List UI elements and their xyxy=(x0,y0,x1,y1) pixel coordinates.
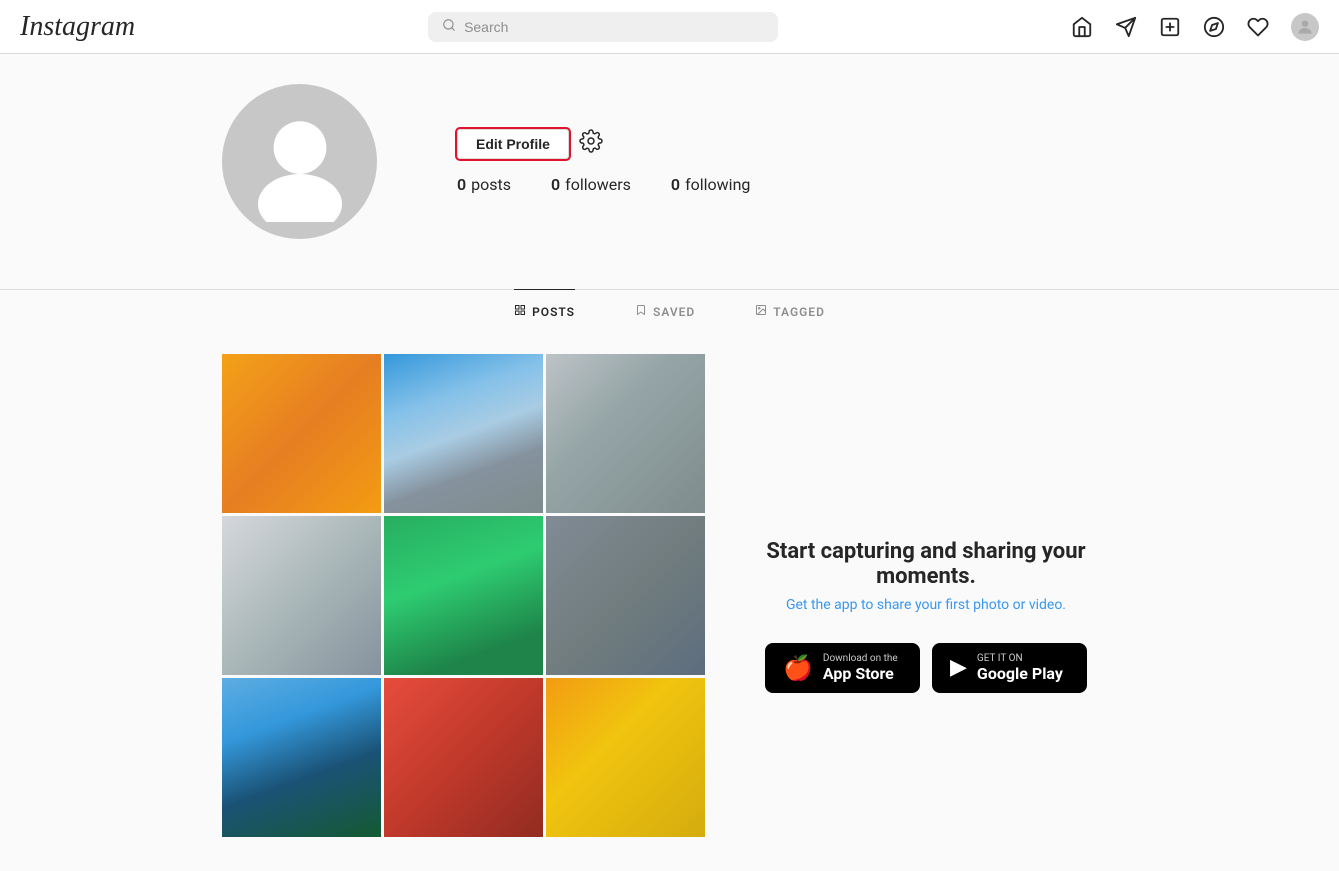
google-play-text: GET IT ON Google Play xyxy=(977,653,1063,683)
google-play-sub-label: GET IT ON xyxy=(977,653,1063,664)
profile-section: Edit Profile 0 posts 0 followers xyxy=(202,54,1137,289)
following-stat[interactable]: 0 following xyxy=(671,175,750,194)
tab-posts[interactable]: POSTS xyxy=(514,289,575,334)
store-buttons: 🍎 Download on the App Store ▶ GET IT ON … xyxy=(765,643,1087,693)
posts-count: 0 xyxy=(457,175,466,194)
home-icon[interactable] xyxy=(1071,16,1093,38)
following-label: following xyxy=(685,175,750,194)
promo-subtitle: Get the app to share your first photo or… xyxy=(786,597,1066,613)
new-post-icon[interactable] xyxy=(1159,16,1181,38)
followers-count: 0 xyxy=(551,175,560,194)
grid-photo-2[interactable] xyxy=(384,354,543,513)
app-store-button[interactable]: 🍎 Download on the App Store xyxy=(765,643,920,693)
tab-tagged-label: TAGGED xyxy=(773,305,825,319)
header-nav xyxy=(1071,13,1319,41)
tab-posts-label: POSTS xyxy=(532,305,575,319)
followers-stat[interactable]: 0 followers xyxy=(551,175,631,194)
tag-icon xyxy=(755,304,767,320)
search-input[interactable] xyxy=(464,19,764,35)
profile-top: Edit Profile 0 posts 0 followers xyxy=(222,84,1117,239)
photo-grid xyxy=(222,354,705,837)
grid-photo-1[interactable] xyxy=(222,354,381,513)
profile-avatar xyxy=(222,84,377,239)
grid-photo-5[interactable] xyxy=(384,516,543,675)
grid-photo-3[interactable] xyxy=(546,354,705,513)
settings-icon[interactable] xyxy=(579,129,603,159)
bookmark-icon xyxy=(635,304,647,320)
user-avatar-small[interactable] xyxy=(1291,13,1319,41)
search-icon xyxy=(442,18,456,36)
content-area: Start capturing and sharing your moments… xyxy=(202,334,1137,837)
followers-label: followers xyxy=(565,175,631,194)
header: Instagram xyxy=(0,0,1339,54)
grid-photo-9[interactable] xyxy=(546,678,705,837)
grid-photo-8[interactable] xyxy=(384,678,543,837)
header-left: Instagram xyxy=(20,11,135,43)
apple-icon: 🍎 xyxy=(783,654,813,682)
profile-stats: 0 posts 0 followers 0 following xyxy=(457,175,750,194)
following-count: 0 xyxy=(671,175,680,194)
app-store-sub-label: Download on the xyxy=(823,653,898,664)
tab-tagged[interactable]: TAGGED xyxy=(755,289,825,334)
instagram-logo[interactable]: Instagram xyxy=(20,11,135,43)
heart-icon[interactable] xyxy=(1247,16,1269,38)
grid-icon xyxy=(514,304,526,320)
grid-photo-6[interactable] xyxy=(546,516,705,675)
search-bar xyxy=(428,12,778,42)
app-store-name: App Store xyxy=(823,664,898,683)
google-play-icon: ▶ xyxy=(950,655,967,680)
profile-actions: Edit Profile xyxy=(457,129,750,159)
google-play-button[interactable]: ▶ GET IT ON Google Play xyxy=(932,643,1087,693)
profile-info: Edit Profile 0 posts 0 followers xyxy=(457,129,750,194)
tab-saved[interactable]: SAVED xyxy=(635,289,695,334)
google-play-name: Google Play xyxy=(977,664,1063,683)
tabs-bar: POSTS SAVED TAGGED xyxy=(202,290,1137,334)
explore-icon[interactable] xyxy=(1203,16,1225,38)
grid-photo-4[interactable] xyxy=(222,516,381,675)
tab-saved-label: SAVED xyxy=(653,305,695,319)
promo-panel: Start capturing and sharing your moments… xyxy=(735,354,1117,837)
edit-profile-button[interactable]: Edit Profile xyxy=(457,129,569,159)
posts-stat[interactable]: 0 posts xyxy=(457,175,511,194)
direct-icon[interactable] xyxy=(1115,16,1137,38)
grid-photo-7[interactable] xyxy=(222,678,381,837)
app-store-text: Download on the App Store xyxy=(823,653,898,683)
posts-label: posts xyxy=(471,175,511,194)
promo-title: Start capturing and sharing your moments… xyxy=(755,539,1097,589)
